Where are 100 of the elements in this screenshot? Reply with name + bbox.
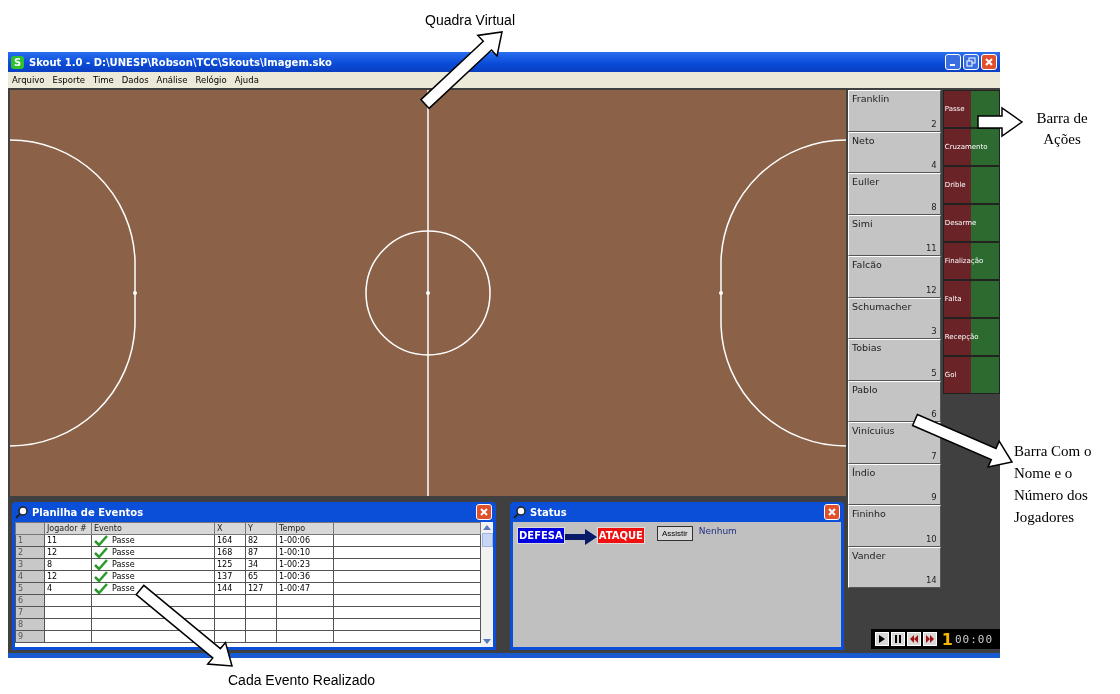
panel-title: Planilha de Eventos xyxy=(32,506,145,518)
pause-button[interactable] xyxy=(890,632,905,646)
table-cell: 4 xyxy=(44,582,92,595)
menu-item[interactable]: Dados xyxy=(121,75,149,85)
close-icon xyxy=(479,507,489,517)
table-cell xyxy=(44,606,92,619)
event-name: Passe xyxy=(112,536,135,545)
window-title: Skout 1.0 - D:\UNESP\Robson\TCC\Skouts\Imagem.sko xyxy=(29,56,333,68)
menu-item[interactable]: Time xyxy=(93,75,114,85)
app-logo: S xyxy=(11,55,24,69)
table-cell xyxy=(214,618,246,631)
player-button[interactable]: Pablo 6 xyxy=(848,380,941,422)
event-name: Passe xyxy=(112,584,135,593)
magnifier-icon xyxy=(15,505,28,519)
player-button[interactable]: Fininho 10 xyxy=(848,505,941,547)
player-button[interactable]: Neto 4 xyxy=(848,131,941,173)
player-button[interactable]: Franklin 2 xyxy=(848,90,941,132)
table-cell xyxy=(44,618,92,631)
restore-icon xyxy=(966,57,976,67)
player-button[interactable]: Simi 11 xyxy=(848,214,941,256)
menu-item[interactable]: Análise xyxy=(156,75,188,85)
corner-cell xyxy=(15,522,45,535)
menu-item[interactable]: Relógio xyxy=(195,75,227,85)
play-icon xyxy=(877,635,886,643)
scroll-up-icon xyxy=(483,525,491,530)
column-header[interactable]: Y xyxy=(245,522,277,535)
annotation-label: Barra Com o Nome e o Número dos Jogadores xyxy=(1014,442,1093,527)
magnifier-icon xyxy=(513,505,526,519)
table-cell xyxy=(44,630,92,643)
table-cell xyxy=(276,606,334,619)
table-cell: 87 xyxy=(245,546,277,559)
table-cell: 1-00:36 xyxy=(276,570,334,583)
table-cell xyxy=(276,630,334,643)
table-cell: 34 xyxy=(245,558,277,571)
player-button[interactable]: Euller 8 xyxy=(848,173,941,215)
column-header[interactable]: Jogador # xyxy=(44,522,92,535)
table-cell: 1-00:23 xyxy=(276,558,334,571)
panel-title: Status xyxy=(530,506,568,518)
menu-item[interactable]: Ajuda xyxy=(234,75,259,85)
table-cell: 12 xyxy=(44,546,92,559)
player-button[interactable]: Tobias 5 xyxy=(848,339,941,381)
close-button[interactable] xyxy=(981,54,997,70)
minimize-icon xyxy=(949,64,955,66)
fast-forward-icon xyxy=(925,635,934,643)
close-button[interactable] xyxy=(476,504,492,520)
player-button[interactable]: Vinícuius 7 xyxy=(848,422,941,464)
column-header[interactable]: Tempo xyxy=(276,522,334,535)
table-cell xyxy=(214,630,246,643)
event-name: Passe xyxy=(112,548,135,557)
table-cell: 168 xyxy=(214,546,246,559)
table-cell xyxy=(44,594,92,607)
fast-forward-button[interactable] xyxy=(922,632,937,646)
right-arrow-icon xyxy=(564,529,597,545)
table-cell: 1-00:06 xyxy=(276,534,334,547)
table-cell xyxy=(214,606,246,619)
column-header[interactable]: Evento xyxy=(91,522,215,535)
watch-button[interactable]: Assistir xyxy=(656,526,693,541)
pause-icon xyxy=(893,635,902,643)
table-cell: 137 xyxy=(214,570,246,583)
defense-label: DEFESA xyxy=(517,527,565,544)
table-cell: 144 xyxy=(214,582,246,595)
table-cell xyxy=(245,606,277,619)
column-header[interactable]: X xyxy=(214,522,246,535)
attack-label: ATAQUE xyxy=(596,527,645,544)
period-number: 1 xyxy=(941,629,953,649)
event-name: Passe xyxy=(112,572,135,581)
scrollbar[interactable] xyxy=(481,522,493,647)
table-cell: 125 xyxy=(214,558,246,571)
player-button[interactable]: Schumacher 3 xyxy=(848,297,941,339)
player-button[interactable]: Índio 9 xyxy=(848,463,941,505)
scroll-thumb[interactable] xyxy=(481,533,493,547)
player-button[interactable]: Falcão 12 xyxy=(848,256,941,298)
table-cell: 164 xyxy=(214,534,246,547)
close-icon xyxy=(827,507,837,517)
table-cell: 12 xyxy=(44,570,92,583)
restore-button[interactable] xyxy=(963,54,979,70)
table-cell: 82 xyxy=(245,534,277,547)
table-cell xyxy=(214,594,246,607)
table-cell: 65 xyxy=(245,570,277,583)
game-clock: 00:00 xyxy=(954,632,994,646)
rewind-button[interactable] xyxy=(906,632,921,646)
watching-text: Nenhum xyxy=(698,526,737,536)
close-button[interactable] xyxy=(824,504,840,520)
player-button[interactable]: Vander 14 xyxy=(848,546,941,588)
rewind-icon xyxy=(909,635,918,643)
scroll-down-icon xyxy=(483,639,491,644)
table-cell: 1-00:10 xyxy=(276,546,334,559)
annotation-label: Cada Evento Realizado xyxy=(228,672,376,688)
table-cell xyxy=(245,594,277,607)
table-cell: 11 xyxy=(44,534,92,547)
table-cell: 8 xyxy=(44,558,92,571)
table-cell xyxy=(245,630,277,643)
menu-item[interactable]: Arquivo xyxy=(12,75,45,85)
menu-item[interactable]: Esporte xyxy=(52,75,85,85)
minimize-button[interactable] xyxy=(945,54,961,70)
annotation-label: Quadra Virtual xyxy=(425,12,515,28)
annotation-label: Barra de Ações xyxy=(1035,109,1089,149)
event-name: Passe xyxy=(112,560,135,569)
table-cell xyxy=(276,618,334,631)
play-button[interactable] xyxy=(874,632,889,646)
